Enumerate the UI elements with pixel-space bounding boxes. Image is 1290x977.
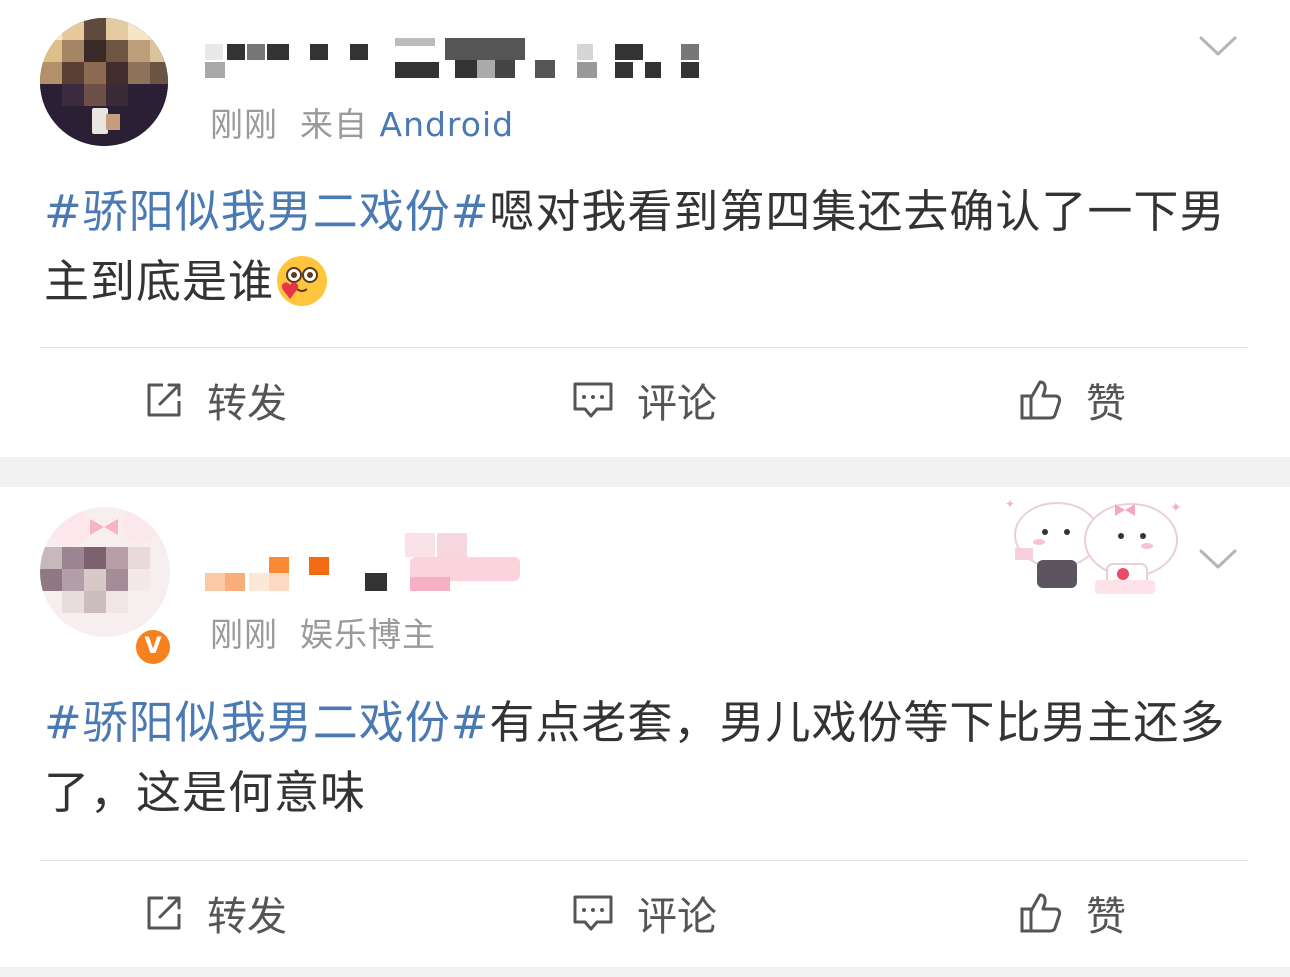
like-label: 赞 bbox=[1086, 894, 1126, 940]
repost-button[interactable]: 转发 bbox=[143, 350, 287, 450]
pixelated-username[interactable] bbox=[205, 527, 525, 597]
post-meta: 刚刚 来自 Android bbox=[210, 98, 514, 146]
post-time: 刚刚 bbox=[210, 615, 278, 654]
post-card-2: V 刚刚 娱乐博主 ✦ ✦ #骄阳似我男二戏份#有点老套，男儿戏份等下比男主还多了… bbox=[0, 487, 1290, 967]
pixelated-username[interactable] bbox=[205, 38, 705, 78]
repost-label: 转发 bbox=[207, 894, 287, 940]
avatar[interactable] bbox=[40, 18, 168, 146]
svg-text:✦: ✦ bbox=[1170, 500, 1182, 516]
feed-separator bbox=[0, 457, 1290, 487]
post-time: 刚刚 bbox=[210, 105, 278, 144]
divider bbox=[40, 347, 1248, 348]
repost-label: 转发 bbox=[207, 381, 287, 427]
repost-icon bbox=[147, 896, 181, 930]
post-source-app[interactable]: Android bbox=[380, 105, 515, 144]
comment-icon bbox=[573, 382, 613, 418]
topic-link[interactable]: #骄阳似我男二戏份# bbox=[44, 696, 489, 749]
comment-label: 评论 bbox=[637, 381, 717, 427]
post-content: #骄阳似我男二戏份#嗯对我看到第四集还去确认了一下男主到底是谁 bbox=[44, 177, 1249, 317]
comment-button[interactable]: 评论 bbox=[571, 863, 717, 963]
post-meta: 刚刚 娱乐博主 bbox=[210, 608, 436, 656]
verified-badge: V bbox=[133, 627, 173, 667]
comment-button[interactable]: 评论 bbox=[571, 350, 717, 450]
love-face-emoji-icon bbox=[277, 256, 328, 306]
decorative-sticker-image: ✦ ✦ bbox=[1005, 497, 1182, 594]
post-content: #骄阳似我男二戏份#有点老套，男儿戏份等下比男主还多了，这是何意味 bbox=[44, 688, 1249, 828]
repost-icon bbox=[147, 383, 181, 417]
like-button[interactable]: 赞 bbox=[1018, 863, 1126, 963]
action-bar: 转发 评论 赞 bbox=[0, 863, 1290, 963]
feed-separator bbox=[0, 967, 1290, 977]
comment-icon bbox=[573, 895, 613, 931]
post-source-label: 来自 bbox=[300, 105, 368, 144]
divider bbox=[40, 860, 1248, 861]
avatar[interactable] bbox=[40, 507, 170, 637]
pixelated-avatar-image bbox=[40, 18, 168, 146]
chevron-down-icon[interactable] bbox=[1198, 34, 1238, 58]
post-source-label: 娱乐博主 bbox=[300, 615, 436, 654]
topic-link[interactable]: #骄阳似我男二戏份# bbox=[44, 185, 489, 238]
pixelated-avatar-image bbox=[40, 507, 170, 637]
repost-button[interactable]: 转发 bbox=[143, 863, 287, 963]
action-bar: 转发 评论 赞 bbox=[0, 350, 1290, 450]
comment-label: 评论 bbox=[637, 894, 717, 940]
like-label: 赞 bbox=[1086, 381, 1126, 427]
svg-text:✦: ✦ bbox=[1005, 497, 1015, 511]
thumbs-up-icon bbox=[1020, 380, 1062, 420]
like-button[interactable]: 赞 bbox=[1018, 350, 1126, 450]
post-card-1: 刚刚 来自 Android #骄阳似我男二戏份#嗯对我看到第四集还去确认了一下男主… bbox=[0, 0, 1290, 457]
chevron-down-icon[interactable] bbox=[1198, 547, 1238, 571]
thumbs-up-icon bbox=[1020, 893, 1062, 933]
